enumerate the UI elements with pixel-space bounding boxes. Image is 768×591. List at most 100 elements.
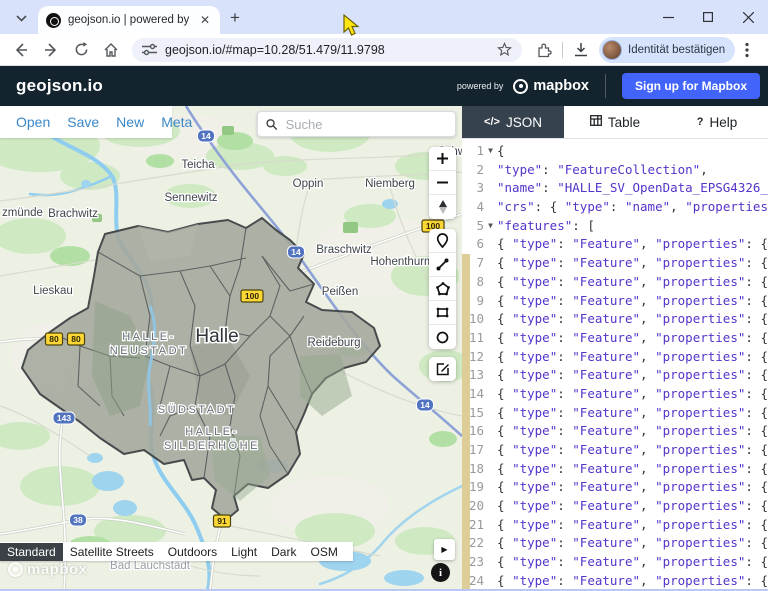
map-label: NEUSTADT	[110, 345, 188, 357]
code-line[interactable]: 23{ "type": "Feature", "properties": { "…	[462, 553, 768, 572]
code-line[interactable]: 7{ "type": "Feature", "properties": { "g…	[462, 254, 768, 273]
line-number: 1	[476, 143, 484, 158]
signup-mapbox-button[interactable]: Sign up for Mapbox	[622, 73, 760, 99]
code-line[interactable]: 6 { "type": "Feature", "properties": { "g…	[462, 235, 768, 254]
draw-rectangle-button[interactable]	[429, 301, 456, 325]
edit-button[interactable]	[429, 357, 456, 381]
style-osm[interactable]: OSM	[303, 543, 344, 561]
menu-open[interactable]: Open	[16, 114, 50, 130]
map-style-switcher: Standard Satellite Streets Outdoors Light Da…	[0, 542, 353, 561]
code-line[interactable]: 14{ "type": "Feature", "properties": { "…	[462, 385, 768, 404]
downloads-icon[interactable]	[573, 42, 589, 58]
map-label: Teicha	[181, 159, 215, 171]
code-line[interactable]: 22{ "type": "Feature", "properties": { "…	[462, 534, 768, 553]
code-text: {	[497, 143, 505, 158]
code-line[interactable]: 3 "name": "HALLE_SV_OpenData_EPSG4326_202…	[462, 179, 768, 198]
tab-help[interactable]: ? Help	[666, 106, 768, 138]
code-line[interactable]: 2 "type": "FeatureCollection",	[462, 161, 768, 180]
line-number: 6	[476, 236, 484, 252]
home-button[interactable]	[98, 37, 124, 63]
panel-tabbar: </> JSON Table? Help	[462, 106, 768, 139]
code-line[interactable]: 16{ "type": "Feature", "properties": { "…	[462, 422, 768, 441]
style-dark[interactable]: Dark	[264, 543, 303, 561]
search-input[interactable]	[285, 116, 447, 132]
map-label: Niemberg	[365, 178, 415, 190]
code-text: { "type": "Feature", "properties": { "gi	[497, 535, 768, 551]
fold-arrow-icon[interactable]: ▼	[484, 142, 497, 161]
code-line[interactable]: 1 ▼{	[462, 142, 768, 161]
code-line[interactable]: 4 "crs": { "type": "name", "properties": …	[462, 198, 768, 217]
browser-menu-icon[interactable]	[745, 42, 749, 58]
code-line[interactable]: 12{ "type": "Feature", "properties": { "…	[462, 348, 768, 367]
map-label: Bad Lauchstädt	[110, 560, 191, 572]
svg-text:80: 80	[71, 334, 81, 344]
draw-circle-button[interactable]	[429, 325, 456, 349]
bookmark-star-icon[interactable]	[497, 42, 512, 57]
code-line[interactable]: 17{ "type": "Feature", "properties": { "…	[462, 441, 768, 460]
code-line[interactable]: 8{ "type": "Feature", "properties": { "g…	[462, 273, 768, 292]
mapbox-logo[interactable]: mapbox	[513, 78, 589, 94]
code-line[interactable]: 9{ "type": "Feature", "properties": { "g…	[462, 292, 768, 311]
style-standard[interactable]: Standard	[0, 542, 63, 561]
tab-table[interactable]: Table	[564, 106, 666, 138]
road-shield: 38	[69, 513, 87, 527]
reload-button[interactable]	[68, 37, 94, 63]
menu-meta[interactable]: Meta	[161, 114, 192, 130]
map-info-button[interactable]: i	[431, 563, 450, 582]
style-satellite-streets[interactable]: Satellite Streets	[63, 543, 161, 561]
mapbox-logo-icon	[513, 78, 529, 94]
code-line[interactable]: 21{ "type": "Feature", "properties": { "…	[462, 516, 768, 535]
browser-tab[interactable]: geojson.io | powered by Mapbo ✕	[38, 6, 220, 34]
maximize-icon	[703, 12, 713, 22]
code-line[interactable]: 18{ "type": "Feature", "properties": { "…	[462, 460, 768, 479]
code-text: { "type": "Feature", "properties": { "gi	[497, 292, 768, 308]
forward-button[interactable]	[38, 37, 64, 63]
style-light[interactable]: Light	[224, 543, 264, 561]
map-canvas[interactable]: Teicha Sennewitz Brachwitz Oppin Niemberg Bra…	[0, 106, 462, 590]
forward-icon	[45, 42, 57, 57]
code-line[interactable]: 15{ "type": "Feature", "properties": { "…	[462, 404, 768, 423]
tab-json[interactable]: </> JSON	[462, 106, 564, 138]
main-content: Teicha Sennewitz Brachwitz Oppin Niemberg Bra…	[0, 106, 768, 590]
mouse-cursor	[343, 14, 360, 36]
maximize-button[interactable]	[688, 2, 728, 32]
style-outdoors[interactable]: Outdoors	[161, 543, 224, 561]
map-graphics: Teicha Sennewitz Brachwitz Oppin Niemberg Bra…	[0, 106, 462, 590]
menu-save[interactable]: Save	[67, 114, 99, 130]
table-icon	[589, 115, 602, 129]
code-line[interactable]: 10{ "type": "Feature", "properties": { "…	[462, 310, 768, 329]
close-button[interactable]	[728, 2, 768, 32]
json-editor[interactable]: 1 ▼{2 "type": "FeatureCollection", 3 "name":…	[462, 139, 768, 590]
draw-marker-button[interactable]	[429, 229, 456, 253]
menu-new[interactable]: New	[116, 114, 144, 130]
extensions-icon[interactable]	[536, 42, 552, 58]
code-line[interactable]: 24{ "type": "Feature", "properties": { "…	[462, 572, 768, 590]
minimize-button[interactable]	[648, 2, 688, 32]
url-bar[interactable]: geojson.io/#map=10.28/51.479/11.9798	[132, 37, 522, 62]
code-line[interactable]: 19{ "type": "Feature", "properties": { "…	[462, 478, 768, 497]
back-button[interactable]	[8, 37, 34, 63]
svg-text:14: 14	[291, 247, 301, 257]
zoom-out-button[interactable]	[429, 171, 456, 195]
new-tab-button[interactable]: +	[230, 8, 240, 28]
mapbox-attribution-logo[interactable]: mapbox	[8, 561, 88, 578]
code-line[interactable]: 5 ▼ "features": [	[462, 217, 768, 236]
code-line[interactable]: 13{ "type": "Feature", "properties": { "…	[462, 366, 768, 385]
code-line[interactable]: 11{ "type": "Feature", "properties": { "…	[462, 329, 768, 348]
zoom-in-button[interactable]	[429, 147, 456, 171]
tab-close-icon[interactable]: ✕	[198, 13, 212, 27]
toolbar-right: Identität bestätigen	[536, 36, 749, 63]
fold-arrow-icon[interactable]: ▼	[484, 217, 497, 236]
draw-line-button[interactable]	[429, 253, 456, 277]
compass-button[interactable]	[429, 195, 456, 219]
marker-icon	[436, 233, 449, 248]
json-panel: </> JSON Table? Help 1 ▼{2 "type": "FeatureCo…	[462, 106, 768, 590]
code-line[interactable]: 20{ "type": "Feature", "properties": { "…	[462, 497, 768, 516]
tab-search-button[interactable]	[8, 7, 34, 29]
profile-button[interactable]: Identität bestätigen	[599, 36, 736, 63]
search-box[interactable]	[257, 111, 456, 137]
collapse-panel-button[interactable]: ▶	[434, 539, 455, 560]
draw-polygon-button[interactable]	[429, 277, 456, 301]
